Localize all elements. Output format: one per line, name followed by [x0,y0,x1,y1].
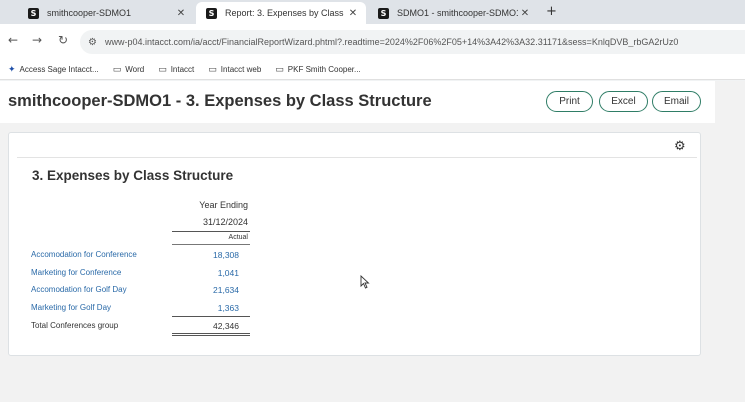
column-rule [172,231,250,232]
print-button[interactable]: Print [546,91,593,112]
column-date: 31/12/2024 [202,217,248,227]
sage-favicon-icon: S [206,7,217,19]
page-header: smithcooper-SDMO1 - 3. Expenses by Class… [0,81,715,123]
address-bar[interactable]: ⚙ www-p04.intacct.com/ia/acct/FinancialR… [80,30,745,54]
bookmark-word[interactable]: ▭ Word [113,65,144,75]
new-tab-icon[interactable]: + [546,4,557,19]
email-button[interactable]: Email [652,91,701,112]
bookmark-label: Word [125,65,145,74]
divider [17,157,697,158]
page-title: smithcooper-SDMO1 - 3. Expenses by Class… [8,92,432,110]
folder-icon: ▭ [275,64,284,75]
close-icon[interactable]: ✕ [346,8,360,19]
column-subheading: Actual [228,234,248,241]
excel-button[interactable]: Excel [599,91,648,112]
tab-strip: S smithcooper-SDMO1 ✕ S Report: 3. Expen… [0,0,745,24]
total-rule [172,333,250,334]
subtotal-rule [172,316,250,317]
total-label: Total Conferences group [31,321,119,330]
row-label-link[interactable]: Marketing for Golf Day [31,303,111,312]
tab-title: SDMO1 - smithcooper-SDMO1 [397,8,518,18]
back-icon[interactable]: ← [8,33,18,47]
browser-tab-2[interactable]: S Report: 3. Expenses by Class Str ✕ [196,2,366,24]
tab-title: Report: 3. Expenses by Class Str [225,8,346,18]
column-rule [172,244,250,245]
page-content: smithcooper-SDMO1 - 3. Expenses by Class… [0,81,745,402]
total-rule [172,335,250,336]
row-value-link[interactable]: 21,634 [172,285,239,295]
bookmark-pkf[interactable]: ▭ PKF Smith Cooper... [275,65,360,75]
column-heading: Year Ending [199,200,248,210]
bookmark-label: Intacct [170,65,195,74]
bookmark-label: PKF Smith Cooper... [287,65,361,74]
sage-favicon-icon: S [28,7,39,19]
bookmark-intacct[interactable]: ▭ Intacct [158,65,194,75]
bookmark-label: Access Sage Intacct... [19,65,99,74]
close-icon[interactable]: ✕ [518,8,532,19]
report-card: ⚙ 3. Expenses by Class Structure Year En… [8,132,701,356]
folder-icon: ▭ [208,64,217,75]
row-value-link[interactable]: 18,308 [172,250,239,260]
total-value: 42,346 [213,321,239,331]
row-value-link[interactable]: 1,041 [172,268,239,278]
mouse-cursor-icon [360,275,370,289]
bookmarks-bar: ✦ Access Sage Intacct... ▭ Word ▭ Intacc… [0,60,745,80]
forward-icon[interactable]: → [32,33,42,47]
tab-title: smithcooper-SDMO1 [47,8,132,18]
browser-tab-1[interactable]: S smithcooper-SDMO1 ✕ [18,2,194,24]
row-label-link[interactable]: Accomodation for Conference [31,250,137,259]
gear-icon[interactable]: ⚙ [674,139,686,154]
folder-icon: ▭ [158,64,167,75]
browser-tab-3[interactable]: S SDMO1 - smithcooper-SDMO1 ✕ [368,2,538,24]
row-label-link[interactable]: Accomodation for Golf Day [31,285,127,294]
site-info-icon[interactable]: ⚙ [88,37,97,48]
sage-favicon-icon: S [378,7,389,19]
row-value-link[interactable]: 1,363 [172,303,239,313]
bookmark-intacct-web[interactable]: ▭ Intacct web [208,65,261,75]
bookmark-access-sage[interactable]: ✦ Access Sage Intacct... [8,65,99,75]
row-label-link[interactable]: Marketing for Conference [31,268,121,277]
folder-icon: ▭ [112,64,122,75]
sage-icon: ✦ [8,64,16,75]
browser-toolbar: ← → ↻ ⚙ www-p04.intacct.com/ia/acct/Fina… [0,24,745,60]
close-icon[interactable]: ✕ [174,8,188,19]
url-text: www-p04.intacct.com/ia/acct/FinancialRep… [104,37,679,47]
bookmark-label: Intacct web [220,65,262,74]
reload-icon[interactable]: ↻ [58,33,68,47]
report-title: 3. Expenses by Class Structure [32,168,234,183]
